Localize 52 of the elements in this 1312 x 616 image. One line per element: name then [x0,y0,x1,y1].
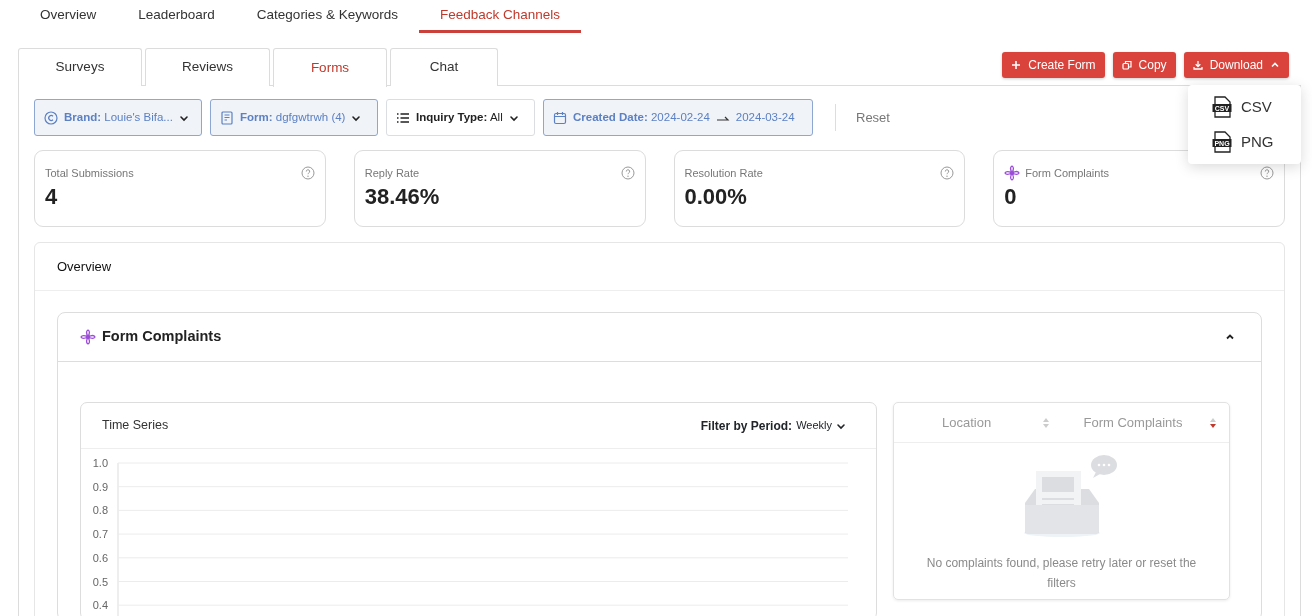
list-icon [396,110,410,125]
tick-label: 0.8 [92,504,108,517]
tick-label: 0.4 [92,599,108,612]
action-button[interactable]: Copy [1112,52,1176,78]
period-dropdown[interactable]: Filter by Period: Weekly [700,416,846,435]
help-icon [1260,166,1274,181]
help-icon [620,166,635,181]
stat-title: Total Submissions [45,166,134,181]
section-title: Overview [57,257,112,276]
filter-dropdown[interactable]: Form: dgfgwtrwh (4) [210,99,378,136]
card-title: Form Complaints [102,327,222,347]
stat-title: Resolution Rate [684,166,763,181]
column-header[interactable]: Location [942,412,992,433]
nav-tab[interactable]: Categories & Keywords [235,0,419,33]
tick-label: 0.9 [92,480,108,493]
tick-label: 1.0 [92,457,108,469]
copyright-icon [44,110,58,125]
help-icon [940,166,955,181]
reset-link[interactable]: Reset [856,107,890,128]
form-icon [220,110,234,125]
channel-tab[interactable]: Chat [390,48,498,86]
stat-value: 0.00% [684,182,748,211]
tick-label: 0.7 [92,528,108,541]
action-button[interactable]: Download [1183,52,1289,78]
help-icon [300,166,315,181]
stat-value: 0 [1004,182,1018,211]
stat-value: 4 [45,182,59,211]
channel-tab[interactable]: Forms [273,48,387,87]
flower-icon [80,329,96,345]
download-icon [1192,60,1203,70]
empty-message: No complaints found, please retry later or reset the filters [925,555,1198,592]
collapse-toggle-icon[interactable] [1225,332,1235,342]
calendar-icon [553,110,567,125]
stat-value: 38.46% [364,182,441,211]
tick-label: 0.6 [92,551,108,564]
plus-icon [1011,60,1022,70]
action-button[interactable]: Create Form [1002,52,1105,78]
copy-icon [1121,60,1132,70]
chart-title: Time Series [102,417,169,435]
filter-dropdown[interactable]: Inquiry Type: All [386,99,535,136]
sort-icon[interactable] [1209,416,1217,429]
stat-title: Form Complaints [1025,166,1109,181]
stat-title: Reply Rate [364,166,420,181]
filter-dropdown[interactable]: Created Date: 2024-02-24 2024-03-24 [543,99,813,136]
filter-dropdown[interactable]: Brand: Louie's Bifa... [34,99,202,136]
column-header[interactable]: Form Complaints [1083,412,1183,433]
channel-tab[interactable]: Surveys [18,48,142,86]
nav-tab[interactable]: Feedback Channels [418,0,581,33]
nav-tab[interactable]: Leaderboard [117,0,236,33]
nav-tab[interactable]: Overview [19,0,118,33]
channel-tab[interactable]: Reviews [145,48,270,86]
tick-label: 0.5 [92,575,108,588]
